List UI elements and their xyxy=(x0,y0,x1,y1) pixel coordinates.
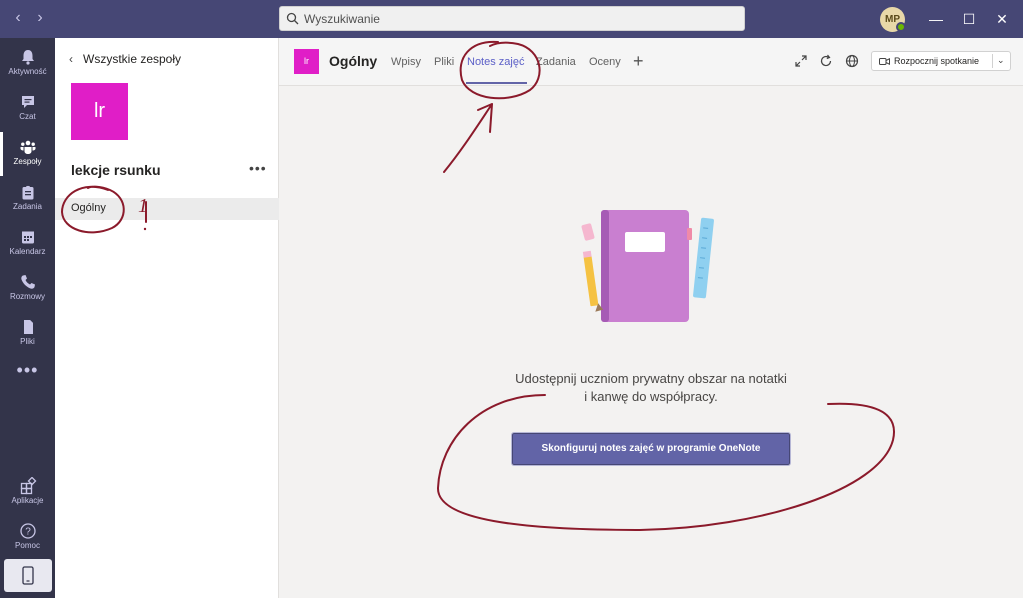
refresh-icon[interactable] xyxy=(818,53,834,69)
svg-text:?: ? xyxy=(25,527,31,538)
rail-item-label: Zespoły xyxy=(13,157,42,166)
assignments-icon xyxy=(22,185,33,200)
notebook-illustration-icon xyxy=(581,210,714,322)
team-name: lekcje rsunku xyxy=(71,162,161,178)
apps-icon xyxy=(20,477,36,495)
active-tab-indicator xyxy=(466,82,527,84)
rail-item-files[interactable]: Pliki xyxy=(0,312,55,356)
phone-icon xyxy=(20,275,35,289)
teams-icon xyxy=(20,140,35,154)
team-avatar: lr xyxy=(71,83,128,140)
channel-title: Ogólny xyxy=(329,53,378,69)
channel-avatar: lr xyxy=(294,49,319,74)
all-teams-label: Wszystkie zespoły xyxy=(83,52,182,66)
tab-grades[interactable]: Oceny xyxy=(589,56,621,68)
chevron-left-icon: ‹ xyxy=(69,52,73,66)
app-rail: Aktywność Czat Zespoły Zadania Kalendarz… xyxy=(0,38,55,598)
rail-item-label: Pomoc xyxy=(15,541,40,550)
rail-item-label: Rozmowy xyxy=(9,292,46,301)
rail-item-help[interactable]: ? Pomoc xyxy=(0,516,55,560)
presence-available-icon xyxy=(896,22,906,32)
tab-class-notebook[interactable]: Notes zajęć xyxy=(467,56,524,68)
tab-posts[interactable]: Wpisy xyxy=(391,56,421,68)
rail-item-chat[interactable]: Czat xyxy=(0,87,55,131)
bell-icon xyxy=(21,50,34,65)
start-meeting-label: Rozpocznij spotkanie xyxy=(894,56,980,66)
rail-item-calls[interactable]: Rozmowy xyxy=(0,267,55,311)
rail-item-calendar[interactable]: Kalendarz xyxy=(0,222,55,266)
description-line-1: Udostępnij uczniom prywatny obszar na no… xyxy=(515,371,787,386)
notebook-setup-area: Udostępnij uczniom prywatny obszar na no… xyxy=(279,86,1023,598)
add-tab-icon[interactable]: + xyxy=(633,51,644,72)
download-mobile-button[interactable] xyxy=(4,559,52,592)
channel-label: Ogólny xyxy=(71,202,106,214)
notebook-description: Udostępnij uczniom prywatny obszar na no… xyxy=(469,370,833,406)
back-arrow-icon[interactable]: ‹ xyxy=(8,8,28,28)
help-icon: ? xyxy=(19,523,36,539)
more-icon: ••• xyxy=(16,360,39,380)
minimize-icon[interactable]: — xyxy=(926,9,946,29)
rail-item-apps[interactable]: Aplikacje xyxy=(0,471,55,515)
rail-more-button[interactable]: ••• xyxy=(0,360,55,386)
team-panel: ‹ Wszystkie zespoły lr lekcje rsunku ••• … xyxy=(55,38,279,598)
description-line-2: i kanwę do współpracy. xyxy=(584,389,718,404)
channel-item-general[interactable]: Ogólny xyxy=(55,198,279,220)
tab-files[interactable]: Pliki xyxy=(434,56,454,68)
globe-icon[interactable] xyxy=(844,53,860,69)
rail-item-label: Aplikacje xyxy=(11,496,44,505)
rail-item-label: Zadania xyxy=(13,202,42,211)
tab-assignments[interactable]: Zadania xyxy=(536,56,576,68)
setup-onenote-notebook-button[interactable]: Skonfiguruj notes zajęć w programie OneN… xyxy=(511,432,791,466)
video-camera-icon xyxy=(879,58,890,65)
rail-item-label: Czat xyxy=(19,112,36,121)
rail-item-teams[interactable]: Zespoły xyxy=(0,132,55,176)
search-box[interactable] xyxy=(279,6,745,31)
channel-header: lr Ogólny Wpisy Pliki Notes zajęć Zadani… xyxy=(279,38,1023,86)
chevron-down-icon[interactable]: ⌄ xyxy=(997,55,1005,66)
close-icon[interactable]: ✕ xyxy=(992,9,1012,29)
expand-icon[interactable] xyxy=(793,53,809,69)
rail-item-label: Kalendarz xyxy=(9,247,46,256)
chat-icon xyxy=(21,96,34,108)
files-icon xyxy=(23,320,33,334)
search-icon xyxy=(286,12,299,25)
rail-item-label: Aktywność xyxy=(8,67,47,76)
maximize-icon[interactable]: ☐ xyxy=(959,9,979,29)
search-input[interactable] xyxy=(304,10,734,28)
calendar-icon xyxy=(21,231,34,244)
title-bar: ‹ › MP — ☐ ✕ xyxy=(0,0,1023,38)
team-more-options-icon[interactable]: ••• xyxy=(249,160,267,176)
rail-item-activity[interactable]: Aktywność xyxy=(0,42,55,86)
rail-item-label: Pliki xyxy=(20,337,35,346)
button-divider xyxy=(992,54,993,68)
forward-arrow-icon[interactable]: › xyxy=(30,8,50,28)
start-meeting-button[interactable]: Rozpocznij spotkanie ⌄ xyxy=(871,51,1011,71)
teams-window: ‹ › MP — ☐ ✕ Aktywność Czat Zespoły Zada… xyxy=(0,0,1023,598)
all-teams-link[interactable]: ‹ Wszystkie zespoły xyxy=(69,52,181,66)
rail-item-assignments[interactable]: Zadania xyxy=(0,177,55,221)
mobile-device-icon xyxy=(22,566,34,585)
